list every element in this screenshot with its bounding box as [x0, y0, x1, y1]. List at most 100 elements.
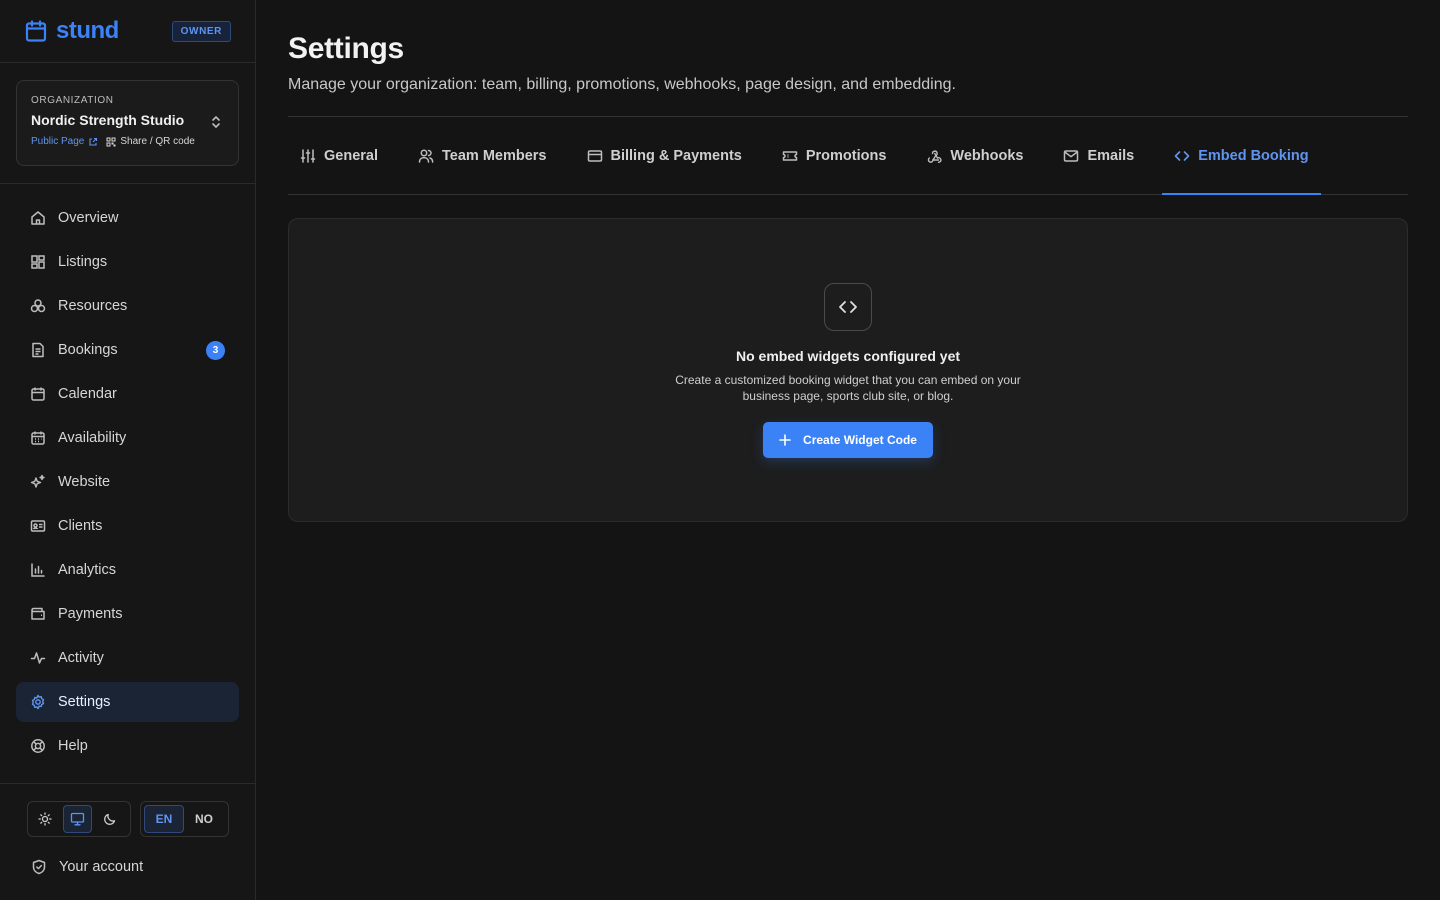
grid-icon [30, 254, 46, 270]
sidebar: stund OWNER ORGANIZATION Nordic Strength… [0, 0, 256, 900]
external-link-icon [84, 137, 98, 147]
lifebuoy-icon [30, 738, 46, 754]
sidebar-item-label: Analytics [58, 562, 117, 578]
calendar-grid-icon [30, 430, 46, 446]
your-account-link[interactable]: Your account [31, 859, 239, 875]
theme-system-button[interactable] [62, 805, 93, 833]
sidebar-item-payments[interactable]: Payments [16, 594, 239, 634]
sidebar-item-activity[interactable]: Activity [16, 638, 239, 678]
sidebar-item-listings[interactable]: Listings [16, 242, 239, 282]
public-page-label: Public Page [31, 136, 85, 147]
calendar-logo-icon [24, 19, 48, 43]
tab-billing-payments[interactable]: Billing & Payments [575, 117, 754, 194]
sidebar-item-label: Bookings [58, 342, 118, 358]
share-qr-link[interactable]: Share / QR code [106, 136, 195, 147]
empty-state-title: No embed widgets configured yet [735, 348, 961, 364]
create-widget-code-button[interactable]: Create Widget Code [763, 422, 933, 458]
id-card-icon [30, 518, 46, 534]
wallet-icon [30, 606, 46, 622]
bookings-count-badge: 3 [206, 341, 225, 360]
sidebar-item-label: Availability [58, 430, 127, 446]
sidebar-item-label: Calendar [58, 386, 117, 402]
tab-label: Team Members [442, 147, 547, 164]
users-icon [418, 148, 434, 164]
bar-chart-icon [30, 562, 46, 578]
sidebar-item-availability[interactable]: Availability [16, 418, 239, 458]
tab-label: Promotions [805, 147, 887, 164]
tab-general[interactable]: General [288, 117, 390, 194]
brand-name[interactable]: stund [56, 17, 119, 45]
tab-label: Embed Booking [1198, 147, 1309, 164]
sidebar-item-label: Overview [58, 210, 119, 226]
sparkles-icon [30, 474, 46, 490]
sidebar-item-help[interactable]: Help [16, 726, 239, 766]
organization-name: Nordic Strength Studio [31, 112, 185, 128]
organization-label: ORGANIZATION [31, 95, 114, 106]
sidebar-item-label: Help [58, 738, 88, 754]
resources-icon [30, 298, 46, 314]
shield-check-icon [31, 859, 47, 875]
sidebar-nav: Overview Listings Resources Bookings 3 C… [0, 184, 255, 766]
tab-embed-booking[interactable]: Embed Booking [1162, 117, 1321, 195]
qr-code-icon [106, 137, 120, 147]
organization-switcher[interactable]: ORGANIZATION Nordic Strength Studio Publ… [16, 80, 239, 166]
sidebar-item-overview[interactable]: Overview [16, 198, 239, 238]
sidebar-item-bookings[interactable]: Bookings 3 [16, 330, 239, 370]
document-icon [30, 342, 46, 358]
sidebar-item-label: Listings [58, 254, 108, 270]
tab-emails[interactable]: Emails [1051, 117, 1146, 194]
empty-state-description: Create a customized booking widget that … [675, 373, 1021, 403]
activity-icon [30, 650, 46, 666]
sidebar-item-analytics[interactable]: Analytics [16, 550, 239, 590]
webhook-icon [926, 148, 943, 164]
theme-dark-button[interactable] [95, 805, 124, 833]
sidebar-item-label: Settings [58, 694, 111, 710]
page-subtitle: Manage your organization: team, billing,… [288, 76, 956, 93]
tab-label: General [324, 147, 378, 164]
public-page-link[interactable]: Public Page [31, 136, 98, 147]
monitor-icon [70, 812, 85, 826]
tab-label: Webhooks [950, 147, 1024, 164]
sidebar-footer: EN NO Your account [0, 783, 255, 875]
brand-header: stund OWNER [0, 0, 255, 63]
calendar-icon [30, 386, 46, 402]
sliders-icon [300, 148, 316, 164]
code-icon [824, 283, 872, 331]
your-account-label: Your account [59, 859, 144, 875]
credit-card-icon [587, 148, 603, 164]
chevron-up-down-icon[interactable] [210, 115, 222, 129]
tab-promotions[interactable]: Promotions [770, 117, 899, 194]
sidebar-item-label: Activity [58, 650, 104, 666]
main-content: Settings Manage your organization: team,… [288, 0, 1408, 522]
sidebar-item-label: Payments [58, 606, 123, 622]
sidebar-item-calendar[interactable]: Calendar [16, 374, 239, 414]
code-icon [1174, 148, 1190, 164]
settings-tabs: General Team Members Billing & Payments … [288, 117, 1408, 195]
embed-widgets-panel: No embed widgets configured yet Create a… [288, 218, 1408, 522]
gear-icon [30, 694, 46, 710]
sun-icon [38, 812, 53, 826]
role-badge: OWNER [171, 21, 231, 42]
sidebar-item-resources[interactable]: Resources [16, 286, 239, 326]
tab-webhooks[interactable]: Webhooks [914, 117, 1035, 194]
tab-team-members[interactable]: Team Members [406, 117, 559, 194]
language-en-button[interactable]: EN [144, 805, 184, 833]
theme-light-button[interactable] [31, 805, 60, 833]
sidebar-item-label: Clients [58, 518, 103, 534]
sidebar-item-website[interactable]: Website [16, 462, 239, 502]
share-label: Share / QR code [120, 136, 195, 147]
language-switcher: EN NO [140, 801, 229, 837]
sidebar-item-clients[interactable]: Clients [16, 506, 239, 546]
create-widget-code-label: Create Widget Code [803, 433, 917, 447]
page-title: Settings [288, 32, 404, 65]
ticket-icon [782, 148, 798, 164]
tab-label: Emails [1087, 147, 1135, 164]
moon-icon [103, 812, 117, 826]
mail-icon [1063, 148, 1079, 164]
language-no-button[interactable]: NO [184, 805, 224, 833]
theme-switcher [27, 801, 131, 837]
sidebar-item-label: Website [58, 474, 111, 490]
plus-icon [779, 434, 803, 446]
sidebar-item-settings[interactable]: Settings [16, 682, 239, 722]
home-icon [30, 210, 46, 226]
